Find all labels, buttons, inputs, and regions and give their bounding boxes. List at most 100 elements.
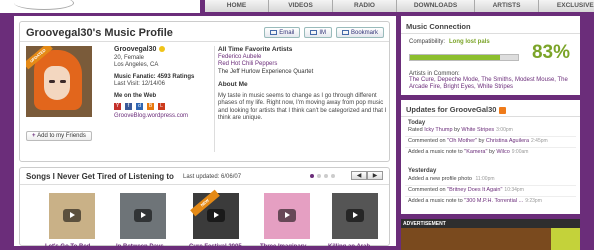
blogger-icon[interactable]: B [147,103,154,110]
compat-bar-fill [410,55,500,60]
ad-image [551,228,580,250]
bookmark-button[interactable]: Bookmark [335,27,384,38]
music-connection-box: Music Connection Compatibility: Long lost… [401,16,580,95]
add-friend-button[interactable]: + Add to my Friends [26,131,92,141]
bookmark-label: Bookmark [350,29,378,36]
divider [405,136,576,137]
album-cover[interactable] [264,193,310,239]
lastfm-icon[interactable]: L [158,103,165,110]
album-cover[interactable] [49,193,95,239]
fav-artist-link[interactable]: Red Hot Chili Peppers [218,61,388,69]
update-text: Commented on [408,187,448,193]
photo-eye [60,80,66,83]
about-text: My taste in music seems to change as I g… [218,92,387,122]
update-link[interactable]: "Britney Does It Again" [447,187,502,193]
social-links: Y f d B L [114,103,214,110]
photo-eye [49,80,55,83]
divider [20,184,389,185]
ad-label: ADVERTISEMENT [403,221,446,227]
carousel-dot[interactable] [324,174,328,178]
favorites-section: All Time Favorite Artists Federico Aubel… [218,46,388,123]
update-item: Rated Icky Thump by White Stripes 3:00pm [408,127,576,133]
update-text: Added a music note to [408,149,465,155]
divider [20,41,389,42]
fav-artist: The Jeff Hurlow Experience Quartet [218,68,314,75]
update-item: Commented on "Oh Mother" by Christina Ag… [408,138,576,144]
nav-artists[interactable]: ARTISTS [475,0,539,12]
profile-photo[interactable]: UPDATED [26,46,92,117]
add-friend-label: Add to my Friends [37,133,86,139]
update-link[interactable]: Icky Thump [424,127,452,133]
update-artist-link[interactable]: White Stripes [461,127,494,133]
music-fanatic: Music Fanatic: 4593 Ratings [114,73,195,80]
blog-link[interactable]: GrooveBlog.wordpress.com [114,113,214,121]
email-button[interactable]: Email [264,27,301,38]
compat-label: Compatibility: [409,39,446,45]
update-time: 3:00pm [496,127,513,133]
nav-videos[interactable]: VIDEOS [269,0,333,12]
play-icon[interactable] [207,209,225,222]
update-time: 10:34pm [504,187,524,193]
nav-home[interactable]: HOME [205,0,269,12]
advertisement[interactable]: ADVERTISEMENT [401,219,580,250]
song-title-link[interactable]: Let's Go To Bed [45,244,90,250]
rss-icon[interactable] [499,106,507,114]
updates-box: Updates for GrooveGal30 Today Yesterday … [401,100,580,214]
update-item: Added a new profile photo 11:00pm [408,176,576,182]
prev-button[interactable]: ◀ [351,171,367,180]
top-bar: HOME VIDEOS RADIO DOWNLOADS ARTISTS EXCL… [0,0,594,13]
compatibility: Compatibility: Long lost pals [409,39,490,45]
song-title-link[interactable]: Cure Festival 2005 [189,244,242,250]
email-label: Email [279,29,295,36]
update-time: 11:00pm [475,176,495,182]
compat-value: Long lost pals [449,39,490,45]
update-link[interactable]: "Kamera" [464,149,487,155]
album-cover[interactable]: NEW [190,189,239,239]
im-button[interactable]: IM [304,27,332,38]
update-time: 9:00am [511,149,529,155]
song-title-link[interactable]: In Between Days [116,244,164,250]
photo-face [44,66,70,100]
carousel-arrows: ◀ ▶ [351,171,383,180]
album-cover[interactable] [120,193,166,239]
facebook-icon[interactable]: f [125,103,132,110]
update-artist-link[interactable]: Wilco [496,149,509,155]
update-link[interactable]: "300 M.P.H. Torrential ... [464,198,523,204]
updates-title-text: Updates for GrooveGal30 [406,105,497,114]
song-title-link[interactable]: Killing an Arab [328,244,370,250]
album-cover[interactable] [332,193,378,239]
update-item: Commented on "Britney Does It Again" 10:3… [408,187,576,193]
youtube-icon[interactable]: Y [114,103,121,110]
update-item: Added a music note to "300 M.P.H. Torren… [408,198,576,204]
gender-age: 20, Female [114,54,145,61]
song-title-link[interactable]: Three Imaginary... [260,244,311,250]
next-button[interactable]: ▶ [367,171,383,180]
play-icon[interactable] [346,209,364,222]
divider [401,116,580,117]
carousel-dot[interactable] [317,174,321,178]
nav-exclusives[interactable]: EXCLUSIVES [539,0,594,12]
delicious-icon[interactable]: d [136,103,143,110]
carousel-dot[interactable] [310,174,314,178]
nav-radio[interactable]: RADIO [333,0,397,12]
update-link[interactable]: "Oh Mother" [447,138,477,144]
update-text: Rated [408,127,425,133]
logo-swoosh-icon [14,0,74,10]
update-text: Commented on [408,138,448,144]
play-icon[interactable] [63,209,81,222]
update-artist-link[interactable]: Christina Aguilera [486,138,529,144]
play-icon[interactable] [278,209,296,222]
carousel-dot[interactable] [331,174,335,178]
update-time: 2:45pm [531,138,548,144]
carousel-dots [310,174,335,178]
update-item: Added a music note to "Kamera" by Wilco 9… [408,149,576,155]
nav-downloads[interactable]: DOWNLOADS [397,0,475,12]
chat-icon [310,30,318,35]
location: Los Angeles, CA [114,62,159,68]
fav-artist-link[interactable]: Federico Aubele [218,54,388,62]
common-artists[interactable]: The Cure, Depeche Mode, The Smiths, Mode… [409,77,577,91]
right-column: Music Connection Compatibility: Long lost… [401,16,580,250]
logo-area[interactable] [0,0,200,13]
play-icon[interactable] [134,209,152,222]
songs-box: Songs I Never Get Tired of Listening to … [19,167,390,250]
